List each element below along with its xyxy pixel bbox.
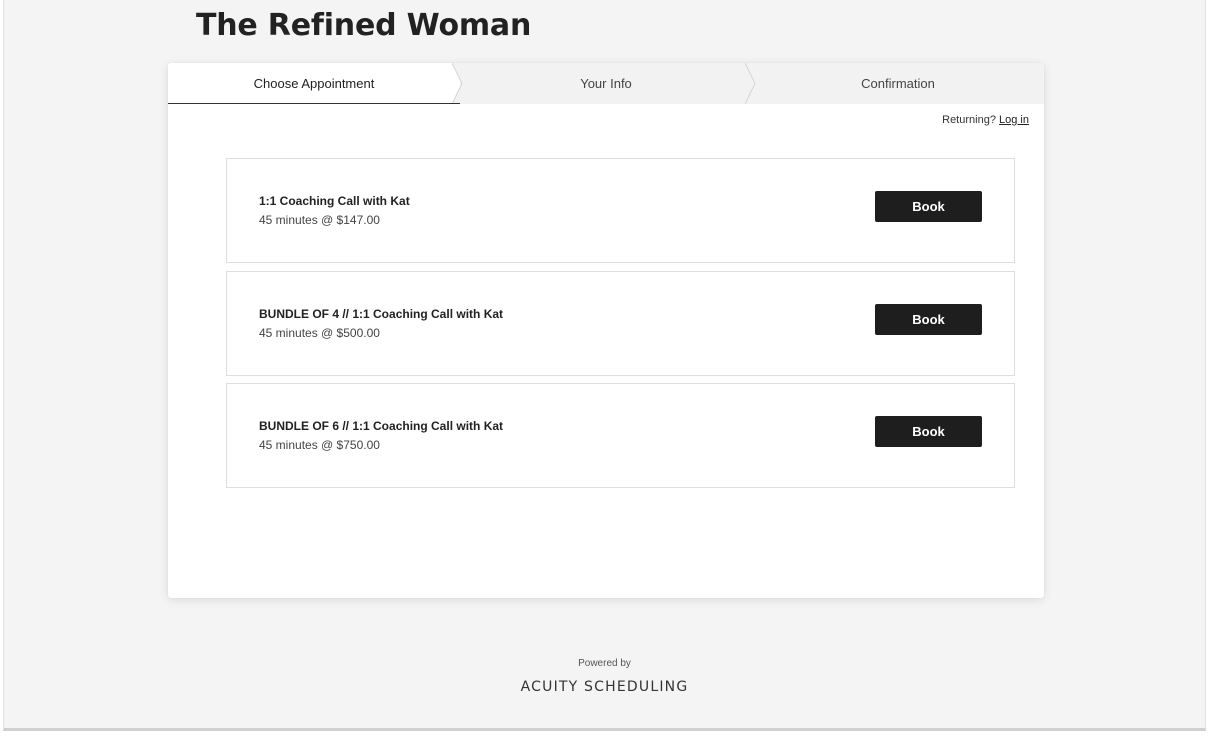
tab-confirmation[interactable]: Confirmation (752, 63, 1044, 104)
appointment-item: BUNDLE OF 6 // 1:1 Coaching Call with Ka… (226, 383, 1015, 488)
appointment-name: BUNDLE OF 4 // 1:1 Coaching Call with Ka… (259, 307, 504, 321)
step-separator-icon (745, 63, 756, 104)
appointment-description: 45 minutes @ $500.00 (259, 326, 380, 340)
returning-text: Returning? (942, 114, 996, 126)
tab-label: Your Info (580, 76, 632, 91)
tab-label: Confirmation (861, 76, 935, 91)
scheduler-card: Choose Appointment Your Info Confirmatio… (168, 63, 1044, 598)
step-separator-icon (452, 63, 468, 104)
appointment-name: BUNDLE OF 6 // 1:1 Coaching Call with Ka… (259, 419, 504, 433)
appointment-item: BUNDLE OF 4 // 1:1 Coaching Call with Ka… (226, 271, 1015, 376)
step-tabs: Choose Appointment Your Info Confirmatio… (168, 63, 1044, 104)
book-button[interactable]: Book (875, 416, 982, 447)
login-link[interactable]: Log in (999, 114, 1029, 126)
acuity-scheduling-link[interactable]: ACUITY SCHEDULING (0, 679, 1209, 695)
active-step-underline (168, 103, 460, 104)
appointment-description: 45 minutes @ $750.00 (259, 438, 380, 452)
returning-login: Returning? Log in (942, 114, 1029, 126)
book-button[interactable]: Book (875, 304, 982, 335)
appointment-name: 1:1 Coaching Call with Kat (259, 194, 410, 208)
appointment-item: 1:1 Coaching Call with Kat 45 minutes @ … (226, 158, 1015, 263)
tab-your-info[interactable]: Your Info (460, 63, 752, 104)
tab-choose-appointment[interactable]: Choose Appointment (168, 63, 460, 104)
book-button[interactable]: Book (875, 191, 982, 222)
appointment-description: 45 minutes @ $147.00 (259, 213, 380, 227)
tab-label: Choose Appointment (253, 76, 375, 91)
powered-by-text: Powered by (578, 658, 631, 669)
page-title: The Refined Woman (196, 8, 532, 43)
